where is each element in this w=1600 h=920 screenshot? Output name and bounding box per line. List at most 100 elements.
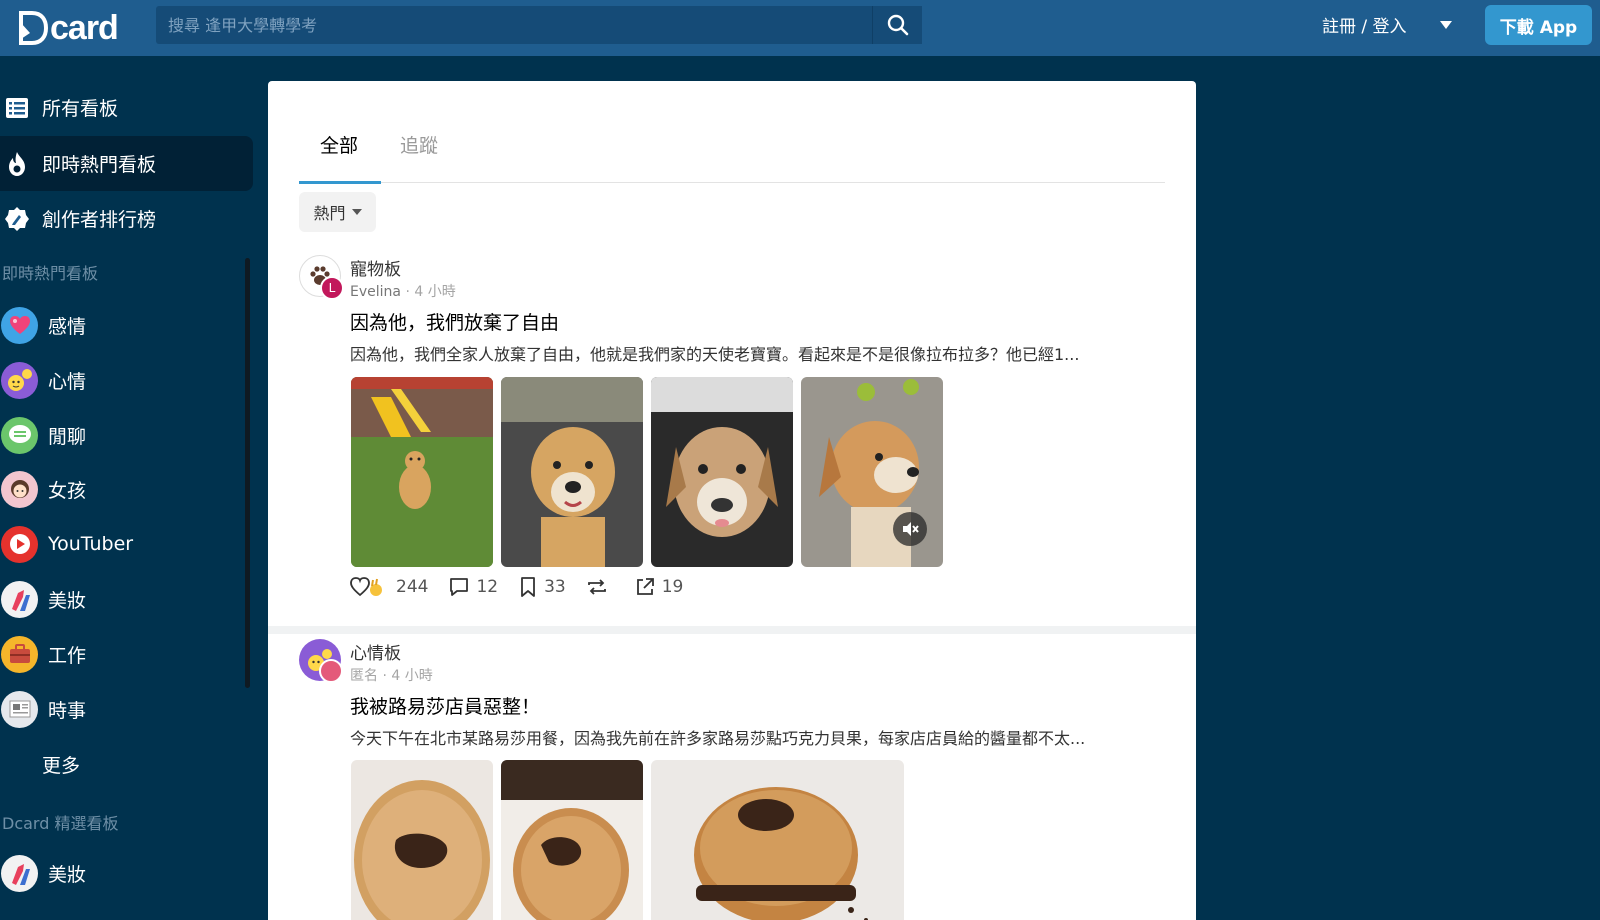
share-icon [636, 578, 654, 595]
post-excerpt[interactable]: 因為他，我們全家人放棄了自由，他就是我們家的天使老寶寶。看起來是不是很像拉布拉多… [350, 341, 1170, 365]
board-label: 閒聊 [48, 425, 87, 448]
mood-avatar-icon [1, 361, 38, 399]
post-time: 4 小時 [391, 668, 433, 684]
post-excerpt[interactable]: 今天下午在北市某路易莎用餐，因為我先前在許多家路易莎點巧克力貝果，每家店店員給的… [350, 725, 1170, 749]
board-item-youtuber[interactable]: YouTuber [0, 520, 240, 568]
sidebar: 所有看板 即時熱門看板 創作者排行榜 即時熱門看板 感情 心情 閒聊 女孩 Yo… [0, 56, 254, 920]
board-item-love[interactable]: 感情 [0, 301, 240, 349]
tab-following[interactable]: 追蹤 [400, 131, 438, 158]
like-count: 244 [396, 577, 429, 597]
post-image[interactable] [651, 760, 904, 920]
board-label: 美妝 [48, 863, 87, 886]
post-image[interactable] [501, 760, 643, 920]
caret-down-icon [351, 209, 362, 215]
board-label: 女孩 [48, 479, 87, 502]
bookmark-button[interactable]: 33 [518, 576, 566, 598]
share-button[interactable]: 19 [634, 576, 684, 598]
featured-item-makeup[interactable]: 美妝 [0, 849, 240, 897]
post-board-name[interactable]: 心情板 [350, 639, 401, 664]
top-bar: card 註冊 / 登入 下載 App [0, 0, 1600, 56]
post-board-name[interactable]: 寵物板 [350, 255, 401, 280]
nav-hot-boards[interactable]: 即時熱門看板 [0, 136, 253, 191]
board-label: 美妝 [48, 589, 87, 612]
repost-icon [587, 579, 606, 595]
post-video[interactable] [801, 377, 943, 567]
tab-all[interactable]: 全部 [320, 131, 358, 158]
board-item-chat[interactable]: 閒聊 [0, 411, 240, 459]
briefcase-avatar-icon [1, 635, 38, 673]
login-link[interactable]: 註冊 / 登入 [1322, 12, 1407, 37]
lipstick-avatar-icon [1, 854, 38, 892]
post-actions: 244 12 33 19 [350, 576, 703, 598]
fire-icon [4, 151, 30, 177]
board-label: 心情 [48, 370, 87, 393]
post-meta: Evelina · 4 小時 [350, 281, 456, 301]
more-boards-link[interactable]: 更多 [0, 740, 240, 788]
chat-avatar-icon [1, 416, 38, 454]
sort-label: 熱門 [313, 204, 346, 223]
mute-icon [903, 522, 919, 536]
post-image[interactable] [501, 377, 643, 567]
board-label: 感情 [48, 315, 87, 338]
board-label: YouTuber [48, 533, 134, 555]
feed-card: 全部 追蹤 熱門 L 寵物板 Evelina · 4 小時 因為他，我們放棄了自… [268, 81, 1196, 920]
board-item-work[interactable]: 工作 [0, 630, 240, 678]
repost-button[interactable] [586, 576, 614, 598]
nav-creator-ranking[interactable]: 創作者排行榜 [0, 191, 253, 246]
search-input[interactable] [156, 6, 872, 44]
post-title[interactable]: 我被路易莎店員惡整！ [350, 692, 540, 719]
post-author[interactable]: Evelina [350, 284, 401, 300]
board-label: 工作 [48, 644, 87, 667]
search-bar [156, 6, 922, 44]
list-icon [4, 95, 30, 121]
heart-reaction-icon [350, 577, 382, 597]
board-item-news[interactable]: 時事 [0, 685, 240, 733]
nav-all-boards[interactable]: 所有看板 [0, 80, 253, 135]
post-image[interactable] [351, 760, 493, 920]
meta-dot: · [405, 284, 415, 300]
post-image[interactable] [351, 377, 493, 567]
search-button[interactable] [872, 6, 922, 44]
post-image[interactable] [651, 377, 793, 567]
feed-tabs: 全部 追蹤 [299, 81, 1165, 183]
board-item-girl[interactable]: 女孩 [0, 465, 240, 513]
hearts-avatar-icon [1, 306, 38, 344]
dcard-logo-icon [19, 11, 48, 45]
newspaper-avatar-icon [1, 690, 38, 728]
more-label: 更多 [42, 754, 81, 777]
nav-label: 即時熱門看板 [42, 154, 157, 176]
comment-icon [450, 578, 469, 596]
board-item-mood[interactable]: 心情 [0, 356, 240, 404]
sidebar-scrollbar[interactable] [245, 258, 250, 688]
comment-button[interactable]: 12 [448, 576, 498, 598]
anonymous-avatar [319, 659, 343, 683]
dcard-logo[interactable]: card [18, 8, 119, 48]
section-title-hot: 即時熱門看板 [2, 264, 99, 283]
like-button[interactable]: 244 [350, 576, 428, 598]
board-avatar[interactable] [299, 639, 343, 683]
active-tab-indicator [299, 181, 381, 184]
post-title[interactable]: 因為他，我們放棄了自由 [350, 308, 559, 335]
nav-label: 所有看板 [42, 98, 119, 120]
youtube-avatar-icon [1, 525, 38, 563]
bookmark-icon [521, 577, 535, 597]
sort-dropdown[interactable]: 熱門 [299, 192, 376, 232]
nav-label: 創作者排行榜 [42, 209, 157, 231]
bookmark-count: 33 [544, 577, 566, 597]
lipstick-avatar-icon [1, 580, 38, 618]
download-app-button[interactable]: 下載 App [1485, 5, 1592, 45]
post-meta: 匿名 · 4 小時 [350, 665, 433, 685]
chevron-down-icon[interactable] [1440, 21, 1452, 29]
mute-button[interactable] [893, 512, 927, 546]
pen-badge-icon [4, 206, 30, 232]
post-author: 匿名 [350, 668, 378, 684]
post-divider [268, 626, 1196, 634]
girl-avatar-icon [1, 470, 38, 508]
share-count: 19 [661, 577, 684, 597]
comment-count: 12 [476, 577, 499, 597]
author-avatar: L [320, 276, 344, 300]
board-avatar[interactable]: L [299, 255, 344, 300]
section-title-featured: Dcard 精選看板 [2, 814, 119, 833]
board-item-makeup[interactable]: 美妝 [0, 575, 240, 623]
board-label: 時事 [48, 699, 87, 722]
